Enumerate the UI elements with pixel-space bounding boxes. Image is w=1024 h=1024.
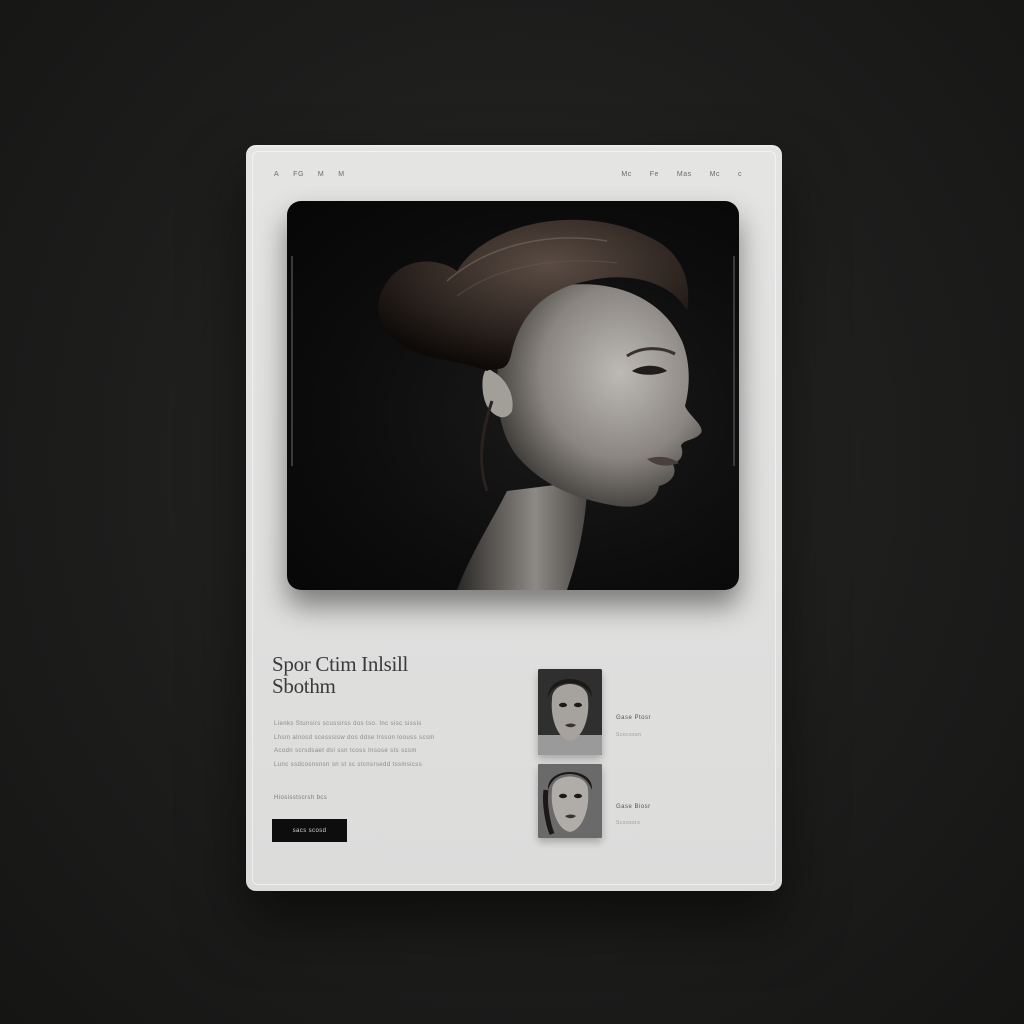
nav-right-item-5[interactable]: c — [738, 171, 742, 178]
body-line: Lienks Stunsirs scussirss dos tso. Inc s… — [274, 721, 422, 727]
nav-right-item-3[interactable]: Mas — [677, 171, 692, 178]
woman-profile-portrait — [378, 219, 702, 590]
feature-thumbnail-1[interactable] — [538, 669, 602, 755]
feature-thumbnail-2[interactable] — [538, 764, 602, 838]
top-nav-right: Mc Fe Mas Mc c — [621, 171, 742, 178]
headline: Spor Ctim Inlsill Sbothm — [272, 653, 512, 697]
nav-right-item-1[interactable]: Mc — [621, 171, 631, 178]
body-line: Lunc ssdcosnsnsn sn st sc stcnsrsedd tss… — [274, 761, 423, 768]
nav-right-item-4[interactable]: Mc — [710, 171, 720, 178]
feature-title-1: Gase Ptosr — [616, 715, 652, 721]
hero-image — [287, 201, 739, 590]
byline: Hiosisstscrsh bcs — [274, 795, 328, 801]
nav-item-1[interactable]: A — [274, 171, 279, 178]
body-line: Lhsm alnosd scesssisw dos ddse lrsson lo… — [274, 734, 435, 741]
headline-line-1: Spor Ctim Inlsill — [272, 652, 409, 676]
nav-item-2[interactable]: FG — [293, 171, 304, 178]
portrait-thumbnail-2 — [538, 764, 602, 838]
top-nav-left: A FG M M — [274, 171, 345, 178]
nav-item-4[interactable]: M — [338, 171, 344, 178]
landing-card: A FG M M Mc Fe Mas Mc c Spor Ctim Inlsil… — [246, 145, 782, 891]
nav-right-item-2[interactable]: Fe — [650, 171, 659, 178]
body-paragraph: Lienks Stunsirs scussirss dos tso. Inc s… — [274, 718, 469, 772]
feature-subtitle-1: Scocsssn — [616, 732, 642, 738]
hero-edge-left — [291, 256, 293, 466]
feature-subtitle-2: Scsossrs — [616, 820, 641, 826]
nav-item-3[interactable]: M — [318, 171, 324, 178]
body-line: Acodn scrsdsaet dsl ssn tcoss Insose sts… — [274, 748, 417, 754]
portrait-thumbnail-1 — [538, 669, 602, 755]
feature-title-2: Gase Biosr — [616, 804, 651, 810]
hero-edge-right — [733, 256, 735, 466]
headline-line-2: Sbothm — [272, 674, 336, 698]
cta-button[interactable]: sacs scosd — [272, 819, 347, 842]
